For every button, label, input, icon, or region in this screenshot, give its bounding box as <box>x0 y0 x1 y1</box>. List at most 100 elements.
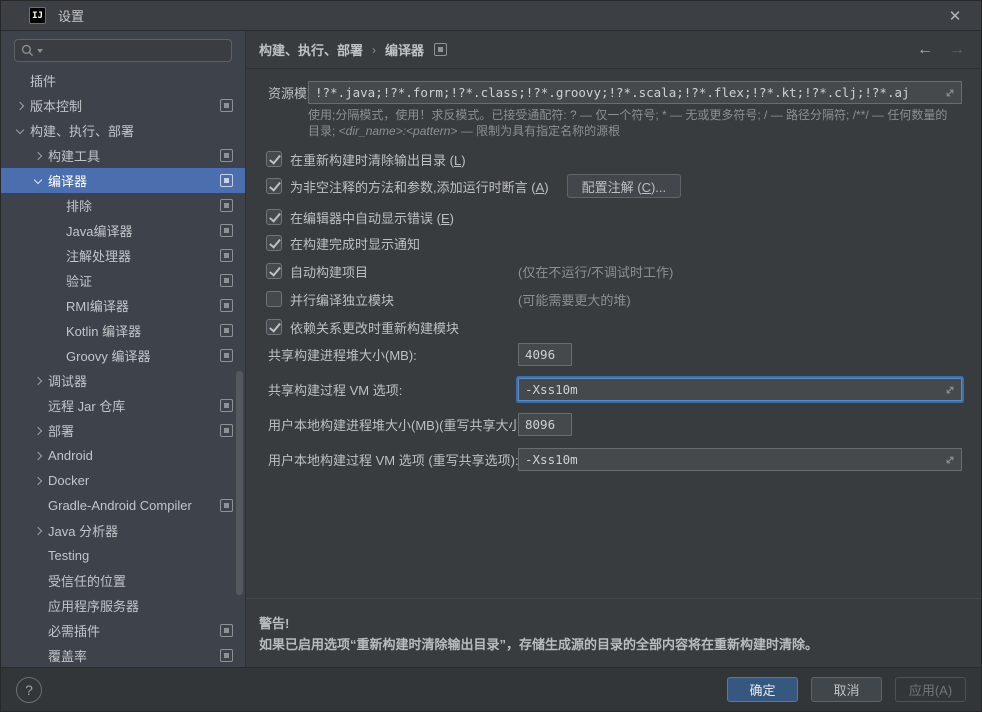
sidebar-item[interactable]: Testing <box>1 543 245 568</box>
sidebar-item[interactable]: 构建工具 <box>1 143 245 168</box>
chevron-spacer <box>49 200 66 212</box>
option-row: 在重新构建时清除输出目录L <box>246 147 981 171</box>
back-icon[interactable]: ← <box>917 41 933 59</box>
runtime-assertions-checkbox[interactable] <box>266 178 282 194</box>
chevron-expanded-icon[interactable] <box>31 175 48 187</box>
cancel-button[interactable]: 取消 <box>811 677 882 702</box>
user-heap-size-field[interactable]: 8096 <box>518 413 572 436</box>
chevron-spacer <box>49 325 66 337</box>
settings-tree: 插件版本控制构建、执行、部署构建工具编译器排除Java编译器注解处理器验证RMI… <box>1 68 245 667</box>
sidebar-item[interactable]: Gradle-Android Compiler <box>1 493 245 518</box>
settings-main-panel: 构建、执行、部署 › 编译器 ← → 资源模式: !?*.java;!?*.fo… <box>246 31 981 667</box>
sidebar-item-label: 覆盖率 <box>48 646 87 665</box>
option-row: 为非空注释的方法和参数,添加运行时断言A 配置注解C... <box>246 171 981 201</box>
sidebar-item[interactable]: 远程 Jar 仓库 <box>1 393 245 418</box>
sidebar-item[interactable]: Android <box>1 443 245 468</box>
sidebar-item[interactable]: Java 分析器 <box>1 518 245 543</box>
sidebar-item[interactable]: Kotlin 编译器 <box>1 318 245 343</box>
sidebar-item[interactable]: 验证 <box>1 268 245 293</box>
breadcrumb-current: 编译器 <box>385 40 424 59</box>
sidebar-item[interactable]: Docker <box>1 468 245 493</box>
project-settings-icon <box>220 324 233 337</box>
shared-heap-size-field[interactable]: 4096 <box>518 343 572 366</box>
warning-text: 如果已启用选项“重新构建时清除输出目录”，存储生成源的目录的全部内容将在重新构建… <box>259 634 961 655</box>
sidebar-item[interactable]: 构建、执行、部署 <box>1 118 245 143</box>
checkbox-label: 依赖关系更改时重新构建模块 <box>290 318 459 337</box>
sidebar-item-label: 构建工具 <box>48 146 100 165</box>
sidebar-item[interactable]: 注解处理器 <box>1 243 245 268</box>
expand-field-icon[interactable] <box>944 384 956 399</box>
sidebar-item[interactable]: 必需插件 <box>1 618 245 643</box>
sidebar-item[interactable]: 编译器 <box>1 168 245 193</box>
project-settings-icon <box>220 149 233 162</box>
chevron-spacer <box>49 350 66 362</box>
sidebar-item[interactable]: 调试器 <box>1 368 245 393</box>
chevron-collapsed-icon[interactable] <box>31 375 48 387</box>
sidebar-item[interactable]: 应用程序服务器 <box>1 593 245 618</box>
show-errors-in-editor-checkbox[interactable] <box>266 209 282 225</box>
expand-field-icon[interactable] <box>944 454 956 469</box>
sidebar-item-label: Docker <box>48 473 89 488</box>
window-title: 设置 <box>58 6 84 25</box>
chevron-collapsed-icon[interactable] <box>31 475 48 487</box>
chevron-collapsed-icon[interactable] <box>31 150 48 162</box>
search-box[interactable] <box>14 39 232 62</box>
sidebar-item[interactable]: Groovy 编译器 <box>1 343 245 368</box>
sidebar-item[interactable]: RMI编译器 <box>1 293 245 318</box>
breadcrumb: 构建、执行、部署 › 编译器 ← → <box>246 31 981 69</box>
chevron-collapsed-icon[interactable] <box>31 450 48 462</box>
sidebar-item-label: 受信任的位置 <box>48 571 126 590</box>
sidebar-item[interactable]: 受信任的位置 <box>1 568 245 593</box>
shared-heap-size-label: 共享构建进程堆大小(MB): <box>268 345 417 364</box>
option-row: 依赖关系更改时重新构建模块 <box>246 315 981 339</box>
sidebar-item-label: 注解处理器 <box>66 246 131 265</box>
sidebar-item-label: Testing <box>48 548 89 563</box>
close-icon[interactable]: ✕ <box>943 5 967 27</box>
sidebar-item-label: 插件 <box>30 71 56 90</box>
search-options-caret-icon[interactable] <box>37 49 43 53</box>
sidebar-scrollbar-thumb[interactable] <box>236 371 243 595</box>
apply-button[interactable]: 应用(A) <box>895 677 966 702</box>
resource-patterns-field[interactable]: !?*.java;!?*.form;!?*.class;!?*.groovy;!… <box>308 81 962 104</box>
build-notification-checkbox[interactable] <box>266 235 282 251</box>
sidebar-item-label: Groovy 编译器 <box>66 346 151 365</box>
sidebar-item-label: 远程 Jar 仓库 <box>48 396 125 415</box>
build-project-automatically-checkbox[interactable] <box>266 263 282 279</box>
search-input[interactable] <box>49 44 225 58</box>
compiler-settings-form: 资源模式: !?*.java;!?*.form;!?*.class;!?*.gr… <box>246 69 981 667</box>
project-settings-icon <box>220 174 233 187</box>
chevron-spacer <box>31 400 48 412</box>
chevron-collapsed-icon[interactable] <box>13 100 30 112</box>
chevron-spacer <box>31 600 48 612</box>
breadcrumb-parent[interactable]: 构建、执行、部署 <box>259 40 363 59</box>
chevron-expanded-icon[interactable] <box>13 125 30 137</box>
chevron-collapsed-icon[interactable] <box>31 425 48 437</box>
user-vm-options-label: 用户本地构建过程 VM 选项 (重写共享选项): <box>268 450 519 469</box>
chevron-spacer <box>49 300 66 312</box>
sidebar-item[interactable]: 插件 <box>1 68 245 93</box>
project-settings-icon <box>434 43 447 56</box>
chevron-spacer <box>31 550 48 562</box>
project-settings-icon <box>220 199 233 212</box>
chevron-collapsed-icon[interactable] <box>31 525 48 537</box>
expand-field-icon[interactable] <box>944 87 956 102</box>
project-settings-icon <box>220 349 233 362</box>
user-vm-options-field[interactable]: -Xss10m <box>518 448 962 471</box>
warning-title: 警告! <box>259 613 961 634</box>
ok-button[interactable]: 确定 <box>727 677 798 702</box>
sidebar-item[interactable]: 覆盖率 <box>1 643 245 667</box>
sidebar-item[interactable]: 部署 <box>1 418 245 443</box>
sidebar-item[interactable]: 版本控制 <box>1 93 245 118</box>
shared-vm-options-field[interactable]: -Xss10m <box>518 378 962 401</box>
configure-annotations-button[interactable]: 配置注解C... <box>567 174 682 198</box>
sidebar-item[interactable]: Java编译器 <box>1 218 245 243</box>
clear-output-checkbox[interactable] <box>266 151 282 167</box>
forward-icon[interactable]: → <box>949 41 965 59</box>
rebuild-on-dependency-change-checkbox[interactable] <box>266 319 282 335</box>
option-row: 并行编译独立模块 (可能需要更大的堆) <box>246 287 981 311</box>
sidebar-item[interactable]: 排除 <box>1 193 245 218</box>
intellij-logo-icon: IJ <box>29 7 46 24</box>
compile-in-parallel-checkbox[interactable] <box>266 291 282 307</box>
checkbox-label: 在编辑器中自动显示错误E <box>290 208 454 227</box>
help-icon[interactable]: ? <box>16 677 42 703</box>
